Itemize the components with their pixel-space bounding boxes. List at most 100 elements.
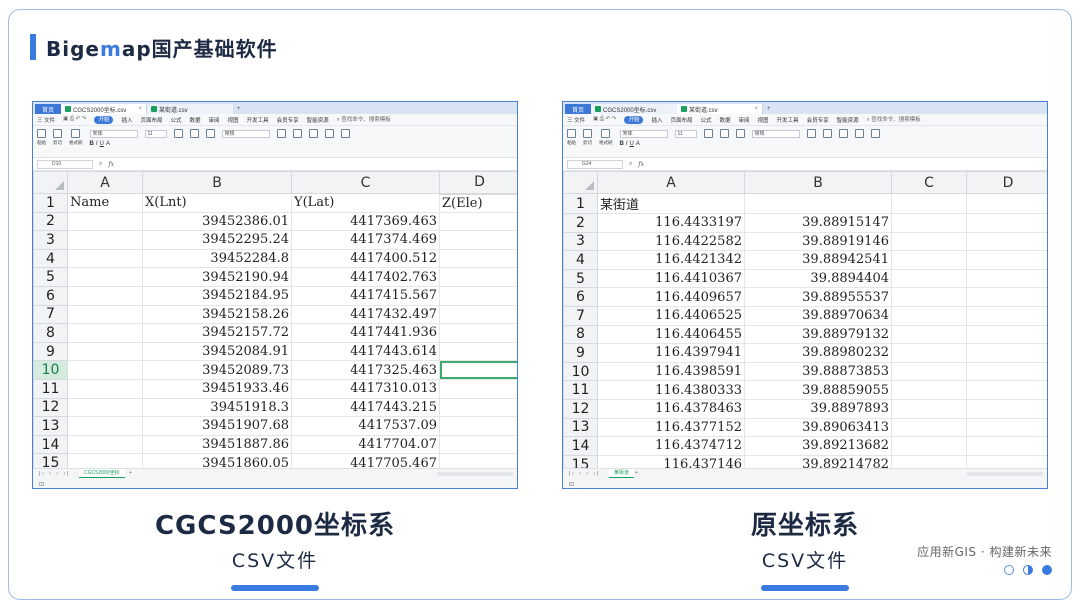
tab-document[interactable]: 某街道.csv [147, 104, 233, 114]
sum-button[interactable] [838, 129, 848, 138]
format-painter-button[interactable]: 格式刷 [69, 129, 83, 146]
new-tab-button[interactable]: + [763, 104, 775, 114]
close-tab-icon[interactable]: × [754, 106, 758, 112]
cell-a[interactable] [67, 378, 143, 399]
conditional-format-button[interactable] [292, 129, 302, 138]
row-header[interactable]: 13 [33, 416, 68, 436]
cell-c[interactable]: 4417369.463 [291, 211, 440, 232]
menu-start[interactable]: 开始 [94, 115, 114, 124]
cell-c[interactable]: 4417415.567 [291, 285, 440, 306]
row-header[interactable]: 1 [563, 193, 598, 214]
cell-d[interactable] [439, 360, 517, 380]
cell-b[interactable]: 39.88980232 [744, 343, 892, 363]
column-header-selected[interactable]: D [439, 171, 517, 195]
cell-d[interactable] [439, 378, 517, 399]
menu-resources[interactable]: 智能资源 [307, 116, 329, 124]
column-header[interactable]: B [744, 171, 892, 194]
cell-a[interactable] [67, 416, 143, 436]
row-header[interactable]: 12 [563, 398, 598, 419]
menu-developer[interactable]: 开发工具 [247, 116, 269, 124]
zoom-icon[interactable]: ⌕ [99, 161, 102, 168]
cell-b[interactable]: 39452158.26 [142, 304, 292, 325]
horizontal-scrollbar[interactable] [437, 472, 513, 476]
cell-a[interactable]: 116.4377152 [597, 417, 745, 438]
cell-d[interactable] [966, 417, 1047, 438]
search-command[interactable]: ⌕ 查找命令、搜索模板 [337, 115, 391, 124]
cell-b[interactable]: 39451918.3 [142, 397, 292, 418]
menu-review[interactable]: 审阅 [209, 116, 220, 124]
cell-a[interactable] [67, 211, 143, 232]
font-size-select[interactable]: 11 [674, 130, 697, 138]
cell-d[interactable] [966, 436, 1047, 456]
cell-c[interactable] [891, 250, 967, 270]
cell-d[interactable] [966, 250, 1047, 270]
tab-home[interactable]: 首页 [565, 104, 591, 114]
menu-file[interactable]: 三 文件 [37, 116, 55, 124]
cell-b[interactable]: 39451887.86 [142, 434, 292, 455]
column-header[interactable]: C [291, 171, 440, 194]
cell-c[interactable]: 4417400.512 [291, 248, 440, 269]
merge-button[interactable] [189, 129, 199, 138]
cell-d[interactable] [966, 231, 1047, 252]
cell-b[interactable]: 39.8894404 [744, 268, 892, 289]
row-header[interactable]: 12 [33, 397, 68, 418]
close-tab-icon[interactable]: × [138, 106, 142, 112]
cell-c[interactable]: 4417374.469 [291, 230, 440, 250]
menu-start[interactable]: 开始 [624, 115, 644, 124]
font-size-select[interactable]: 11 [144, 130, 167, 138]
menu-resources[interactable]: 智能资源 [837, 116, 859, 124]
cell-b[interactable] [744, 193, 892, 214]
menu-page-layout[interactable]: 页面布局 [140, 116, 162, 124]
row-header[interactable]: 9 [33, 341, 68, 362]
cell-d[interactable] [966, 380, 1047, 400]
cell-b[interactable]: 39.88859055 [744, 380, 892, 400]
filter-button[interactable] [324, 129, 334, 138]
cell-c[interactable]: 4417704.07 [291, 434, 440, 455]
cell-c[interactable] [891, 193, 967, 214]
cell-a[interactable] [67, 248, 143, 269]
cell-c[interactable] [891, 213, 967, 233]
cell-c[interactable] [891, 268, 967, 289]
zoom-icon[interactable]: ⌕ [629, 161, 632, 168]
new-tab-button[interactable]: + [233, 104, 245, 114]
convert-button[interactable] [276, 129, 286, 138]
cell-b[interactable]: 39452157.72 [142, 323, 292, 343]
sort-button[interactable] [340, 129, 350, 138]
row-header[interactable]: 4 [33, 248, 68, 269]
cell-d[interactable] [439, 285, 517, 306]
cell-c[interactable] [891, 398, 967, 419]
cell-c[interactable]: 4417443.215 [291, 397, 440, 418]
convert-button[interactable] [806, 129, 816, 138]
cell-b[interactable]: 39.88970634 [744, 305, 892, 326]
cell-d[interactable] [439, 416, 517, 436]
cell-a[interactable]: 116.4398591 [597, 361, 745, 382]
cell-b[interactable]: 39452084.91 [142, 341, 292, 362]
cell-d[interactable] [966, 324, 1047, 345]
cell-a[interactable] [67, 434, 143, 455]
cell-d[interactable] [439, 248, 517, 269]
sheet-nav-arrows[interactable]: |‹ ‹ › ›| [569, 471, 600, 477]
font-name-select[interactable]: 宋体 [89, 130, 138, 138]
font-style-buttons[interactable]: BIUA [90, 141, 138, 147]
cell-d[interactable] [439, 323, 517, 343]
quick-access-icons[interactable]: ▣ ⎙ ↶ ↷ [63, 116, 86, 123]
filter-button[interactable] [854, 129, 864, 138]
cell-b[interactable]: X(Lnt) [142, 193, 292, 213]
menu-data[interactable]: 数据 [190, 116, 201, 124]
cell-a[interactable] [67, 397, 143, 418]
menu-review[interactable]: 审阅 [739, 116, 750, 124]
cell-d[interactable] [439, 211, 517, 232]
cell-d[interactable] [966, 193, 1047, 214]
cell-b[interactable]: 39.89213682 [744, 436, 892, 456]
cell-c[interactable]: 4417310.013 [291, 378, 440, 399]
column-header[interactable]: D [966, 171, 1047, 194]
row-header[interactable]: 3 [563, 231, 598, 252]
row-header[interactable]: 13 [563, 417, 598, 438]
add-sheet-button[interactable]: + [635, 470, 638, 476]
cell-a[interactable] [67, 285, 143, 306]
cell-b[interactable]: 39.88919146 [744, 231, 892, 252]
cell-a[interactable]: 116.4397941 [597, 343, 745, 363]
wrap-button[interactable] [205, 129, 215, 138]
row-header[interactable]: 2 [33, 211, 68, 232]
row-header[interactable]: 10 [33, 360, 68, 380]
